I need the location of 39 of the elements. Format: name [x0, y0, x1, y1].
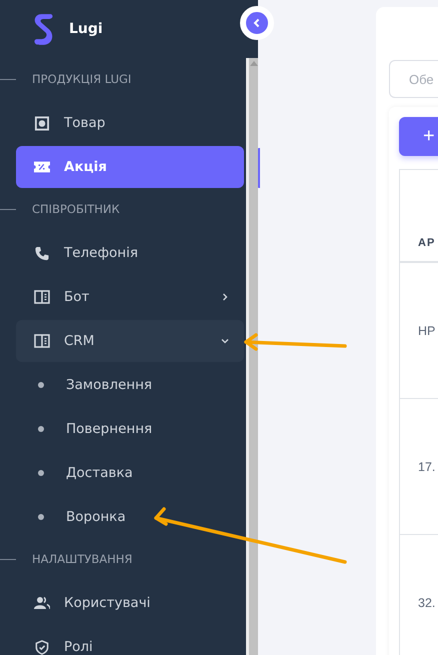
table-cell: 17. — [418, 460, 436, 474]
submenu-item[interactable]: Воронка — [16, 496, 244, 538]
menu-item[interactable]: Ролі — [16, 626, 244, 655]
shield-icon — [34, 640, 50, 654]
menu-item[interactable]: Товар — [16, 102, 244, 144]
chevron-right-icon — [220, 292, 230, 302]
menu-item[interactable]: Користувачі — [16, 582, 244, 624]
logo-icon — [32, 12, 55, 46]
chevron-left-icon — [252, 18, 262, 28]
menu-item[interactable]: Телефонія — [16, 232, 244, 274]
bullet-icon — [38, 382, 44, 388]
bullet-icon — [38, 514, 44, 520]
collapse-button[interactable] — [240, 6, 274, 40]
users-icon — [34, 596, 50, 610]
submenu-item[interactable]: Повернення — [16, 408, 244, 450]
panel-icon — [34, 290, 50, 304]
submenu-item[interactable]: Замовлення — [16, 364, 244, 406]
search-field[interactable]: Обе — [389, 60, 438, 98]
bullet-icon — [38, 426, 44, 432]
phone-icon — [34, 246, 50, 260]
scrollbar[interactable] — [246, 58, 258, 655]
brand-name: Lugi — [69, 21, 103, 37]
column-header: АР — [418, 237, 436, 249]
square-icon — [34, 116, 50, 130]
chevron-down-icon — [220, 336, 230, 346]
table-cell: НР — [418, 324, 436, 338]
table-cell: 32. — [418, 596, 436, 610]
menu-item[interactable]: Бот — [16, 276, 244, 318]
bullet-icon — [38, 470, 44, 476]
submenu-item[interactable]: Доставка — [16, 452, 244, 494]
menu-item[interactable]: Акція — [16, 146, 244, 188]
section-title: СПІВРОБІТНИК — [32, 202, 120, 216]
ticket-icon — [34, 161, 50, 173]
add-button[interactable]: + — [399, 117, 438, 156]
section-title: ПРОДУКЦІЯ LUGI — [32, 72, 132, 86]
scroll-up-icon[interactable] — [250, 61, 258, 66]
panel-icon — [34, 334, 50, 348]
menu-item[interactable]: CRM — [16, 320, 244, 362]
section-title: НАЛАШТУВАННЯ — [32, 552, 132, 566]
